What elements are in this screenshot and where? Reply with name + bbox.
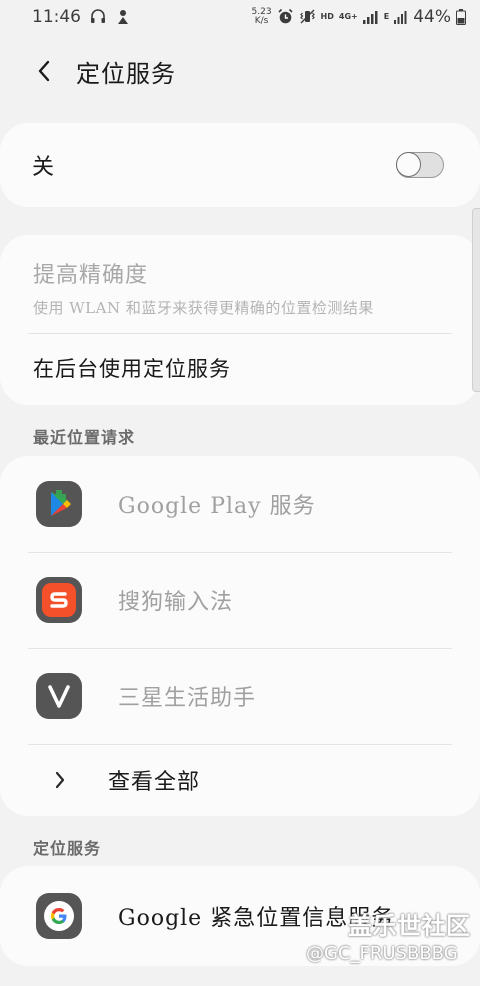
sogou-input-icon	[36, 577, 82, 623]
recent-app-item-sogou[interactable]: 搜狗输入法	[0, 552, 480, 648]
app-label: Google Play 服务	[118, 494, 316, 519]
divider	[28, 333, 452, 334]
status-right: 5.23 K/s HD 4G+ E 44%	[252, 6, 466, 27]
back-button[interactable]	[24, 51, 64, 91]
view-all-label: 查看全部	[108, 770, 201, 795]
recent-requests-section-title: 最近位置请求	[33, 428, 136, 447]
improve-accuracy-title: 提高精确度	[33, 263, 149, 288]
improve-accuracy-item: 提高精确度 使用 WLAN 和蓝牙来获得更精确的位置检测结果	[33, 257, 452, 333]
recent-app-item-google-play-services[interactable]: Google Play 服务	[0, 456, 480, 552]
watermark-logo: 盖乐世社区	[348, 912, 471, 940]
signal-icon	[362, 7, 379, 27]
headset-icon	[89, 7, 107, 27]
chevron-right-icon	[50, 770, 70, 790]
location-master-toggle-card[interactable]: 关	[0, 123, 480, 207]
google-play-services-icon	[36, 481, 82, 527]
scrollbar[interactable]	[472, 208, 480, 392]
battery-percent: 44%	[413, 6, 451, 27]
recent-requests-card: Google Play 服务 搜狗输入法 三星生活助手 查看全部	[0, 456, 480, 816]
network-e-label: E	[383, 12, 390, 21]
app-notification-icon	[115, 7, 131, 27]
app-label: 搜狗输入法	[118, 590, 234, 615]
alarm-icon	[277, 7, 294, 27]
app-bar: 定位服务	[0, 33, 480, 109]
battery-icon	[456, 7, 466, 27]
improve-accuracy-subtitle: 使用 WLAN 和蓝牙来获得更精确的位置检测结果	[33, 299, 374, 317]
view-all-button[interactable]: 查看全部	[0, 744, 480, 816]
status-bar: 11:46 5.23 K/s HD 4G+ E 44%	[0, 0, 480, 33]
page-title: 定位服务	[76, 59, 176, 88]
location-switch[interactable]	[396, 152, 444, 178]
status-time: 11:46	[32, 6, 81, 27]
watermark-handle: @GC_FRUSBBBG	[306, 943, 458, 964]
app-label: 三星生活助手	[118, 686, 257, 711]
google-icon	[36, 893, 82, 939]
network-4g-label: 4G+	[338, 12, 358, 21]
location-services-section-title: 定位服务	[33, 839, 102, 858]
net-speed-unit: K/s	[254, 15, 269, 26]
location-settings-card: 提高精确度 使用 WLAN 和蓝牙来获得更精确的位置检测结果 在后台使用定位服务	[0, 235, 480, 405]
recent-app-item-samsung-assistant[interactable]: 三星生活助手	[0, 648, 480, 744]
signal-icon-2	[394, 7, 408, 27]
chevron-left-icon	[38, 60, 50, 82]
network-speed: 5.23 K/s	[252, 7, 272, 26]
status-left: 11:46	[32, 7, 131, 27]
background-location-item[interactable]: 在后台使用定位服务	[33, 353, 231, 383]
samsung-life-assistant-icon	[36, 673, 82, 719]
hd-label: HD	[320, 12, 334, 21]
toggle-state-label: 关	[32, 155, 55, 180]
switch-knob	[396, 152, 421, 177]
vibrate-icon	[299, 7, 316, 27]
